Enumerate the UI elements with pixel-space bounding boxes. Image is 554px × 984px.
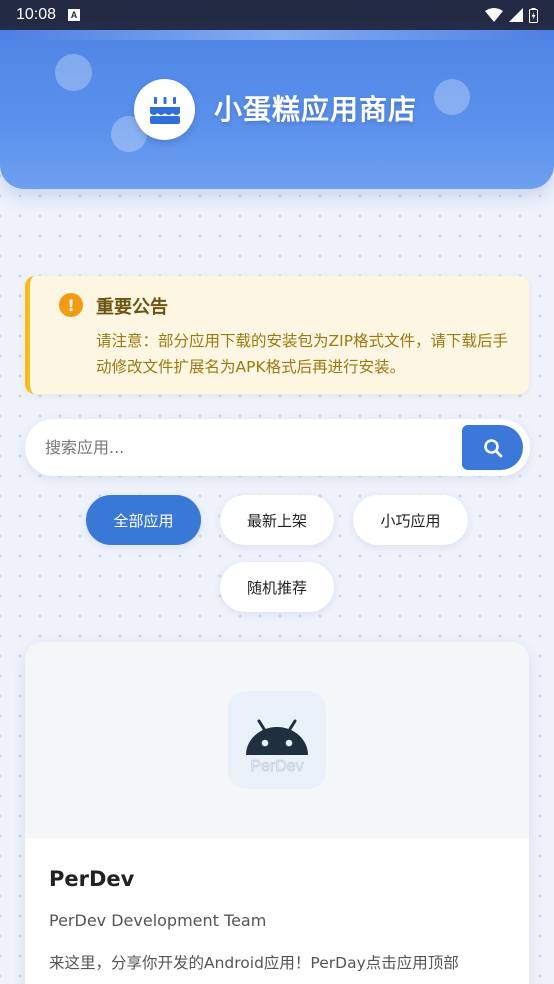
app-icon: PerDev bbox=[228, 691, 326, 789]
search-icon bbox=[483, 438, 502, 457]
header-glow bbox=[0, 30, 554, 40]
notice-text: 请注意：部分应用下载的安装包为ZIP格式文件，请下载后手动修改文件扩展名为APK… bbox=[96, 332, 509, 376]
exclamation-icon: ! bbox=[59, 293, 83, 317]
filter-random[interactable]: 随机推荐 bbox=[220, 562, 334, 612]
birthday-cake-icon bbox=[149, 96, 180, 124]
icon-caption: PerDev bbox=[250, 758, 303, 775]
status-bar: 10:08 A bbox=[0, 0, 554, 30]
battery-icon bbox=[529, 7, 538, 23]
app-description: 来这里，分享你开发的Android应用！PerDay点击应用顶部 bbox=[49, 954, 459, 972]
important-notice: ! 重要公告 请注意：部分应用下载的安装包为ZIP格式文件，请下载后手动修改文件… bbox=[25, 276, 529, 394]
decor-bubble bbox=[434, 79, 470, 115]
search-input[interactable] bbox=[45, 429, 465, 466]
app-card[interactable]: PerDev PerDev PerDev Development Team 来这… bbox=[25, 642, 529, 984]
filter-small-apps[interactable]: 小巧应用 bbox=[353, 495, 468, 545]
app-name: PerDev bbox=[49, 867, 135, 891]
app-header: 小蛋糕应用商店 bbox=[0, 30, 554, 189]
search-bar bbox=[25, 419, 530, 476]
app-developer: PerDev Development Team bbox=[49, 911, 267, 930]
signal-icon bbox=[509, 8, 523, 22]
status-time: 10:08 bbox=[16, 6, 57, 23]
filter-all-apps[interactable]: 全部应用 bbox=[86, 495, 201, 545]
android-icon: PerDev bbox=[246, 719, 308, 775]
search-button[interactable] bbox=[462, 425, 523, 470]
notice-title: 重要公告 bbox=[96, 297, 168, 318]
decor-bubble bbox=[55, 54, 92, 91]
page-title: 小蛋糕应用商店 bbox=[214, 93, 418, 126]
notification-a-icon: A bbox=[68, 9, 81, 21]
app-cover: PerDev bbox=[25, 642, 529, 838]
filter-newest[interactable]: 最新上架 bbox=[220, 495, 334, 545]
wifi-icon bbox=[485, 8, 503, 22]
store-logo bbox=[134, 79, 195, 140]
